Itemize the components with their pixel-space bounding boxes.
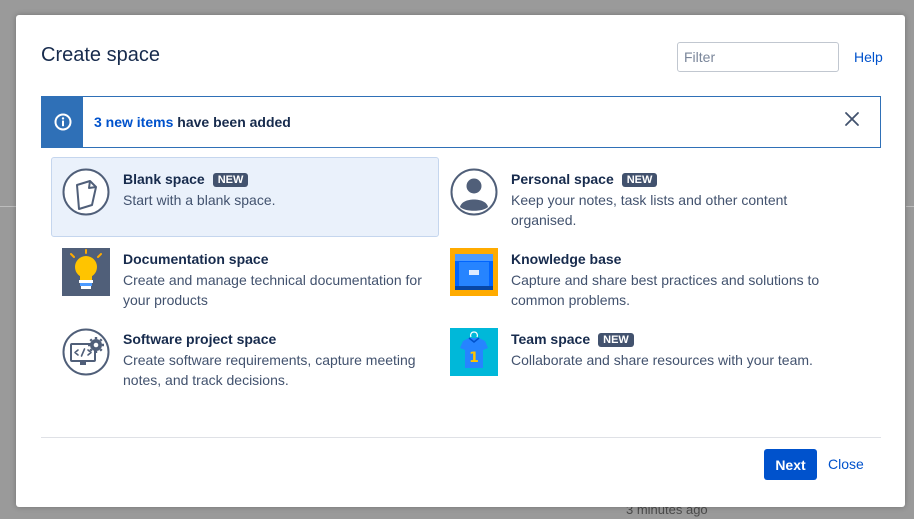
template-description: Create software requirements, capture me…: [123, 352, 416, 388]
template-software-project-space[interactable]: Software project space Create software r…: [51, 317, 439, 397]
code-gear-icon: [62, 328, 110, 376]
template-name: Personal space NEW: [511, 171, 658, 187]
filter-input[interactable]: [677, 42, 839, 72]
help-link[interactable]: Help: [854, 49, 883, 65]
template-personal-space[interactable]: Personal space NEW Keep your notes, task …: [439, 157, 827, 237]
banner-icon-box: [42, 97, 83, 147]
team-jersey-icon: 1: [450, 328, 498, 376]
new-items-link[interactable]: 3 new items: [94, 114, 173, 130]
create-space-dialog: Create space Help 3 new items have been …: [16, 15, 905, 507]
new-badge: NEW: [598, 333, 634, 347]
template-name: Software project space: [123, 331, 277, 347]
backdrop-divider-right: [906, 206, 914, 207]
template-documentation-space[interactable]: Documentation space Create and manage te…: [51, 237, 439, 317]
svg-text:1: 1: [469, 350, 479, 366]
new-badge: NEW: [212, 173, 249, 187]
footer-divider: [41, 437, 881, 438]
template-name: Knowledge base: [511, 251, 622, 267]
template-description: Collaborate and share resources with you…: [511, 352, 813, 368]
template-description: Capture and share best practices and sol…: [511, 272, 820, 308]
next-button[interactable]: Next: [764, 449, 817, 480]
close-button[interactable]: Close: [828, 456, 864, 472]
banner-message: 3 new items have been added: [94, 114, 291, 130]
template-name: Documentation space: [123, 251, 269, 267]
folder-icon: [450, 248, 498, 296]
template-name: Team space NEW: [511, 331, 634, 347]
template-knowledge-base[interactable]: Knowledge base Capture and share best pr…: [439, 237, 827, 317]
template-name: Blank space NEW: [123, 171, 249, 187]
blank-page-icon: [62, 168, 110, 216]
info-icon: [54, 113, 71, 131]
close-icon[interactable]: [844, 111, 860, 127]
template-blank-space[interactable]: Blank space NEW Start with a blank space.: [51, 157, 439, 237]
person-icon: [450, 168, 498, 216]
template-description: Start with a blank space.: [123, 192, 276, 208]
template-description: Create and manage technical documentatio…: [123, 272, 422, 308]
new-items-banner: 3 new items have been added: [41, 96, 881, 148]
backdrop-divider: [0, 206, 16, 207]
template-description: Keep your notes, task lists and other co…: [511, 192, 788, 228]
banner-text: have been added: [173, 114, 291, 130]
lightbulb-icon: [62, 248, 110, 296]
new-badge: NEW: [621, 173, 658, 187]
dialog-title: Create space: [41, 44, 160, 66]
template-team-space[interactable]: 1 Team space NEW Collaborate and share re…: [439, 317, 827, 397]
